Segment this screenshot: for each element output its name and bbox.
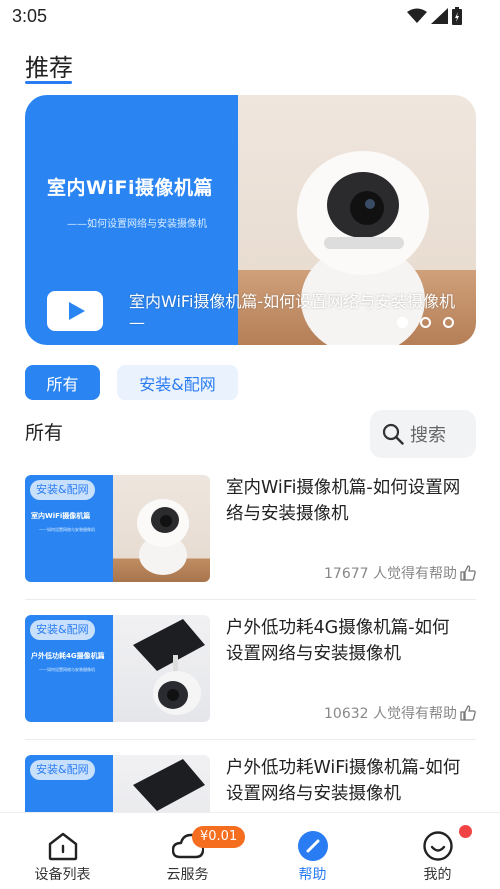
carousel-dot-2[interactable]: [420, 317, 431, 328]
filter-all-chip[interactable]: 所有: [25, 365, 100, 400]
thumbnail-title: 户外低功耗4G摄像机篇: [31, 652, 105, 660]
status-bar: 3:05: [0, 0, 500, 34]
home-icon: [48, 832, 78, 861]
indoor-camera-image: [137, 499, 189, 575]
wifi-icon: [407, 8, 427, 23]
promo-badge: ¥0.01: [192, 826, 246, 848]
banner-headline: 室内WiFi摄像机篇: [47, 177, 213, 199]
signal-icon: [431, 8, 448, 24]
helpful-text: 17677 人觉得有帮助: [324, 566, 457, 582]
search-label: 搜索: [410, 425, 446, 446]
help-icon: [298, 831, 328, 861]
tab-help[interactable]: 帮助: [250, 813, 375, 889]
notification-dot: [459, 825, 472, 838]
bottom-tab-bar: 设备列表 云服务 帮助 我的: [0, 812, 500, 889]
article-item[interactable]: 安装&配网 户外低功耗4G摄像机篇 ——如何设置网络与安装摄像机 户外低功耗4G…: [25, 615, 476, 722]
recommend-banner[interactable]: 室内WiFi摄像机篇 ——如何设置网络与安装摄像机 室内WiFi摄像机篇-如何设…: [25, 95, 476, 345]
tab-label: 设备列表: [34, 867, 91, 883]
list-heading: 所有: [25, 422, 64, 444]
thumbnail-title: 室内WiFi摄像机篇: [31, 512, 91, 520]
banner-subline: ——如何设置网络与安装摄像机: [67, 219, 207, 230]
article-thumbnail: 安装&配网 户外低功耗4G摄像机篇 ——如何设置网络与安装摄像机: [25, 615, 210, 722]
tab-device-list[interactable]: 设备列表: [0, 813, 125, 889]
thumbnail-subtitle: ——如何设置网络与安装摄像机: [39, 527, 95, 532]
smiley-icon: [423, 831, 453, 861]
article-tag: 安装&配网: [30, 760, 95, 780]
helpful-count: 10632 人觉得有帮助: [324, 703, 476, 723]
tab-cloud-service[interactable]: 云服务: [125, 813, 250, 889]
article-thumbnail: 安装&配网 室内WiFi摄像机篇 ——如何设置网络与安装摄像机: [25, 475, 210, 582]
thumbnail-subtitle: ——如何设置网络与安装摄像机: [39, 667, 95, 672]
article-title: 户外低功耗4G摄像机篇-如何设置网络与安装摄像机: [226, 618, 450, 664]
tab-label: 我的: [423, 867, 452, 883]
list-divider: [25, 739, 476, 740]
helpful-text: 10632 人觉得有帮助: [324, 706, 457, 722]
tab-mine[interactable]: 我的: [375, 813, 500, 889]
recommend-title: 推荐: [25, 54, 73, 82]
carousel-dots: [397, 317, 454, 328]
carousel-dot-3[interactable]: [443, 317, 454, 328]
status-icons: [407, 7, 462, 25]
list-divider: [25, 599, 476, 600]
article-item[interactable]: 安装&配网 室内WiFi摄像机篇 ——如何设置网络与安装摄像机 室内WiFi摄像…: [25, 475, 476, 582]
tab-label: 云服务: [166, 867, 209, 883]
article-tag: 安装&配网: [30, 480, 95, 500]
thumbs-up-icon: [460, 565, 476, 581]
helpful-count: 17677 人觉得有帮助: [324, 563, 476, 583]
filter-install-chip[interactable]: 安装&配网: [117, 365, 238, 400]
thumbs-up-icon: [460, 705, 476, 721]
search-button[interactable]: 搜索: [370, 410, 476, 458]
carousel-dot-1[interactable]: [397, 317, 408, 328]
article-title: 室内WiFi摄像机篇-如何设置网络与安装摄像机: [226, 478, 461, 524]
outdoor-camera-image: [133, 619, 205, 715]
play-button[interactable]: [47, 291, 103, 331]
search-icon: [382, 423, 404, 445]
article-title: 户外低功耗WiFi摄像机篇-如何设置网络与安装摄像机: [226, 758, 461, 804]
status-time: 3:05: [12, 6, 48, 26]
battery-icon: [452, 7, 462, 25]
tab-label: 帮助: [298, 867, 327, 883]
article-tag: 安装&配网: [30, 620, 95, 640]
recommend-underline: [25, 81, 72, 84]
